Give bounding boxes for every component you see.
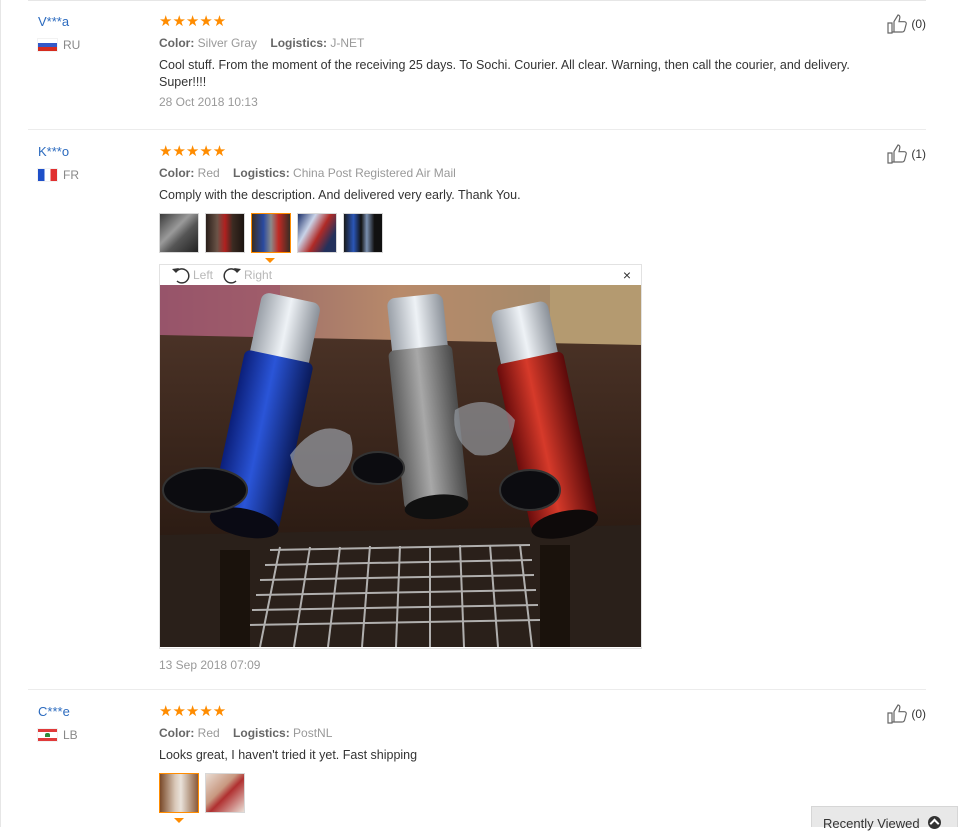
helpful-button[interactable]: (0) (886, 14, 926, 34)
reviewer-info: K***o FR (38, 144, 79, 182)
page-left-border (0, 0, 1, 827)
star-rating: ★★★★★ (159, 143, 227, 160)
review-body: ★★★★★ Color: Red Logistics: PostNL Looks… (159, 704, 899, 813)
logistics-label: Logistics: (233, 726, 290, 740)
top-divider (28, 0, 926, 1)
chevron-up-icon (927, 816, 941, 829)
reviewer-info: V***a RU (38, 14, 80, 52)
review-photo (160, 285, 641, 647)
review-divider (28, 689, 926, 690)
photo-thumbnail[interactable] (297, 213, 337, 253)
photo-thumbnail[interactable] (159, 213, 199, 253)
star-rating: ★★★★★ (159, 13, 227, 30)
review-item: K***o FR ★★★★★ Color: Red Logistics: Chi… (28, 144, 926, 690)
thumbs-up-icon (887, 144, 908, 164)
thumbs-up-icon (887, 14, 908, 34)
review-divider (28, 129, 926, 130)
review-text: Comply with the description. And deliver… (159, 188, 521, 202)
reviewer-name[interactable]: K***o (38, 144, 79, 159)
star-rating: ★★★★★ (159, 703, 227, 720)
review-body: ★★★★★ Color: Red Logistics: China Post R… (159, 144, 899, 253)
photo-thumbnail-selected[interactable] (251, 213, 291, 253)
reviewer-country: FR (38, 168, 79, 182)
close-viewer-button[interactable]: × (623, 268, 631, 282)
photo-thumbnail-selected[interactable] (159, 773, 199, 813)
rotate-left-label: Left (193, 268, 214, 282)
review-date: 13 Sep 2018 07:09 (159, 658, 261, 672)
reviewer-name[interactable]: C***e (38, 704, 78, 719)
rotate-right-button[interactable]: Right (221, 266, 272, 284)
flag-ru-icon (38, 39, 57, 51)
color-label: Color: (159, 166, 195, 180)
photo-thumbnail[interactable] (205, 213, 245, 253)
helpful-count: (1) (911, 147, 926, 161)
reviewer-country: LB (38, 728, 78, 742)
reviewer-country: RU (38, 38, 80, 52)
review-item: V***a RU ★★★★★ Color: Silver Gray Logist… (28, 14, 926, 130)
review-meta: Color: Red Logistics: China Post Registe… (159, 165, 899, 181)
flag-lb-icon (38, 729, 57, 741)
logistics-value: China Post Registered Air Mail (293, 166, 456, 180)
selected-thumbnail-pointer (265, 258, 275, 263)
logistics-value: J-NET (330, 36, 365, 50)
country-code: RU (63, 38, 81, 52)
rotate-right-label: Right (244, 268, 273, 282)
logistics-value: PostNL (293, 726, 333, 740)
recently-viewed-label: Recently Viewed (823, 816, 920, 831)
color-value: Red (197, 166, 220, 180)
review-item: C***e LB ★★★★★ Color: Red Logistics: Pos… (28, 704, 926, 827)
rotate-left-button[interactable]: Left (170, 266, 213, 284)
reviewer-name[interactable]: V***a (38, 14, 80, 29)
country-code: LB (63, 728, 78, 742)
review-text: Looks great, I haven't tried it yet. Fas… (159, 748, 418, 762)
thumbs-up-icon (887, 704, 908, 724)
photo-viewer: Left Right × (159, 264, 642, 649)
review-date: 28 Oct 2018 10:13 (159, 95, 258, 109)
logistics-label: Logistics: (233, 166, 290, 180)
flag-fr-icon (38, 169, 57, 181)
rotate-right-icon (223, 268, 242, 284)
review-meta: Color: Silver Gray Logistics: J-NET (159, 35, 899, 51)
color-value: Silver Gray (197, 36, 258, 50)
review-photo-thumbnails (159, 773, 899, 813)
helpful-count: (0) (911, 707, 926, 721)
review-meta: Color: Red Logistics: PostNL (159, 725, 899, 741)
review-text: Cool stuff. From the moment of the recei… (159, 58, 850, 89)
wine-openers-photo (160, 285, 641, 647)
photo-thumbnail[interactable] (343, 213, 383, 253)
selected-thumbnail-pointer (174, 818, 184, 823)
recently-viewed-tab[interactable]: Recently Viewed (811, 806, 958, 831)
helpful-button[interactable]: (1) (886, 144, 926, 164)
photo-viewer-toolbar: Left Right × (160, 265, 641, 285)
helpful-count: (0) (911, 17, 926, 31)
photo-thumbnail[interactable] (205, 773, 245, 813)
review-body: ★★★★★ Color: Silver Gray Logistics: J-NE… (159, 13, 899, 110)
color-label: Color: (159, 726, 195, 740)
reviewer-info: C***e LB (38, 704, 78, 742)
country-code: FR (63, 168, 79, 182)
helpful-button[interactable]: (0) (886, 704, 926, 724)
color-value: Red (197, 726, 220, 740)
rotate-left-icon (172, 268, 190, 284)
logistics-label: Logistics: (270, 36, 328, 50)
review-photo-thumbnails (159, 213, 899, 253)
color-label: Color: (159, 36, 195, 50)
